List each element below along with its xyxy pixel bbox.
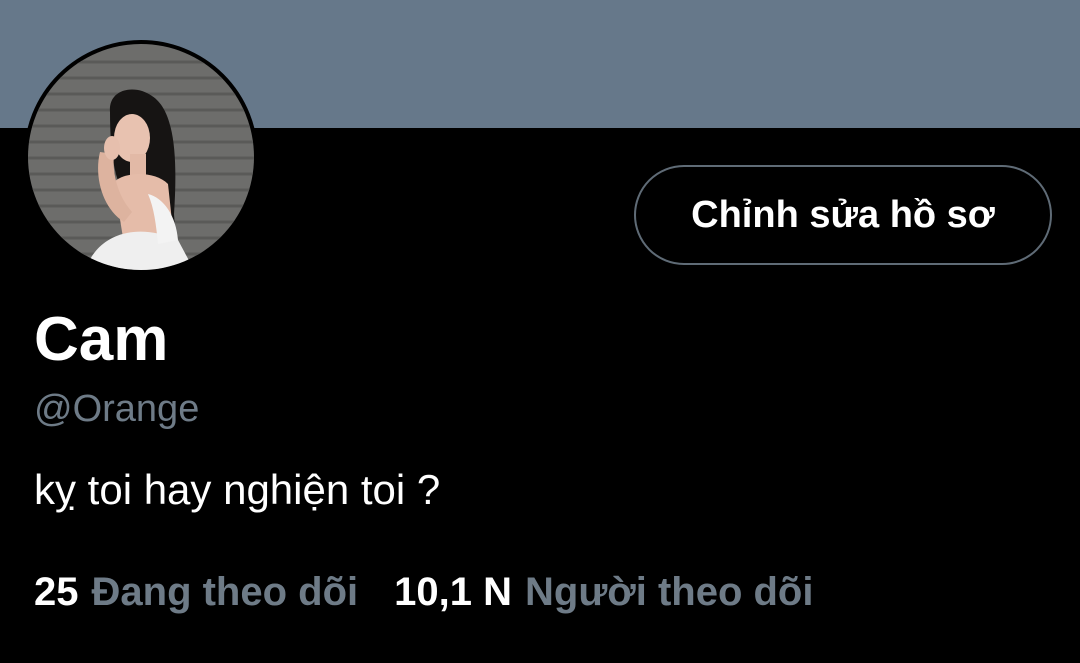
following-link[interactable]: 25 Đang theo dõi (34, 566, 358, 618)
display-name: Cam (34, 305, 169, 374)
followers-link[interactable]: 10,1 N Người theo dõi (394, 566, 813, 618)
follow-stats: 25 Đang theo dõi 10,1 N Người theo dõi (34, 566, 813, 618)
following-count: 25 (34, 570, 79, 614)
avatar[interactable] (24, 40, 258, 274)
avatar-photo (28, 44, 254, 270)
edit-profile-button[interactable]: Chỉnh sửa hồ sơ (634, 165, 1052, 265)
profile-bio: kỵ toi hay nghiện toi ? (34, 466, 441, 513)
followers-count: 10,1 N (394, 570, 512, 614)
following-label: Đang theo dõi (91, 570, 359, 614)
followers-label: Người theo dõi (525, 570, 814, 614)
username-handle: @Orange (34, 388, 200, 430)
